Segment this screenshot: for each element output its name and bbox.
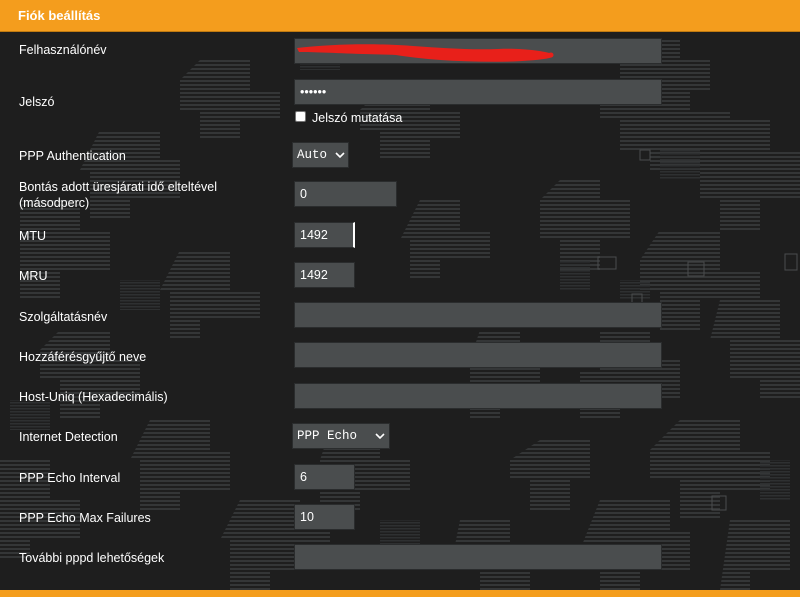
internet-detection-select[interactable]: PPP Echo — [292, 423, 390, 449]
echo-interval-label: PPP Echo Interval — [19, 471, 121, 485]
next-section-header — [0, 590, 800, 597]
mtu-label: MTU — [19, 229, 47, 243]
echo-max-failures-label: PPP Echo Max Failures — [19, 511, 151, 525]
mru-input[interactable] — [294, 262, 355, 288]
account-settings-panel: Fiók beállítás Felhasználónév Jelszó Jel… — [0, 0, 800, 597]
idle-disconnect-input[interactable] — [294, 181, 397, 207]
password-label: Jelszó — [19, 95, 55, 109]
redaction-scribble — [297, 44, 554, 62]
echo-max-failures-input[interactable] — [294, 504, 355, 530]
password-input[interactable] — [294, 79, 662, 105]
internet-detection-label: Internet Detection — [19, 430, 118, 444]
username-label: Felhasználónév — [19, 43, 107, 57]
panel-header: Fiók beállítás — [0, 0, 800, 32]
panel-title: Fiók beállítás — [18, 8, 101, 23]
mtu-input[interactable] — [294, 222, 355, 248]
idle-disconnect-label-line2: (másodperc) — [19, 196, 90, 210]
ac-name-input[interactable] — [294, 342, 662, 368]
service-name-input[interactable] — [294, 302, 662, 328]
ac-name-label: Hozzáférésgyűjtő neve — [19, 350, 147, 364]
show-password-label: Jelszó mutatása — [312, 111, 403, 125]
host-uniq-label: Host-Uniq (Hexadecimális) — [19, 390, 168, 404]
idle-disconnect-label-line1: Bontás adott üresjárati idő elteltével — [19, 180, 218, 194]
ppp-auth-select[interactable]: Auto — [292, 142, 349, 168]
pppd-options-input[interactable] — [294, 544, 662, 570]
show-password-checkbox[interactable] — [295, 111, 306, 122]
host-uniq-input[interactable] — [294, 383, 662, 409]
mru-label: MRU — [19, 269, 48, 283]
ppp-auth-label: PPP Authentication — [19, 149, 126, 163]
chevron-down-icon — [375, 424, 385, 457]
service-name-label: Szolgáltatásnév — [19, 310, 108, 324]
chevron-down-icon — [335, 143, 345, 176]
ppp-auth-value: Auto — [297, 148, 328, 162]
internet-detection-value: PPP Echo — [297, 429, 358, 443]
echo-interval-input[interactable] — [294, 464, 355, 490]
pppd-options-label: További pppd lehetőségek — [19, 551, 165, 565]
